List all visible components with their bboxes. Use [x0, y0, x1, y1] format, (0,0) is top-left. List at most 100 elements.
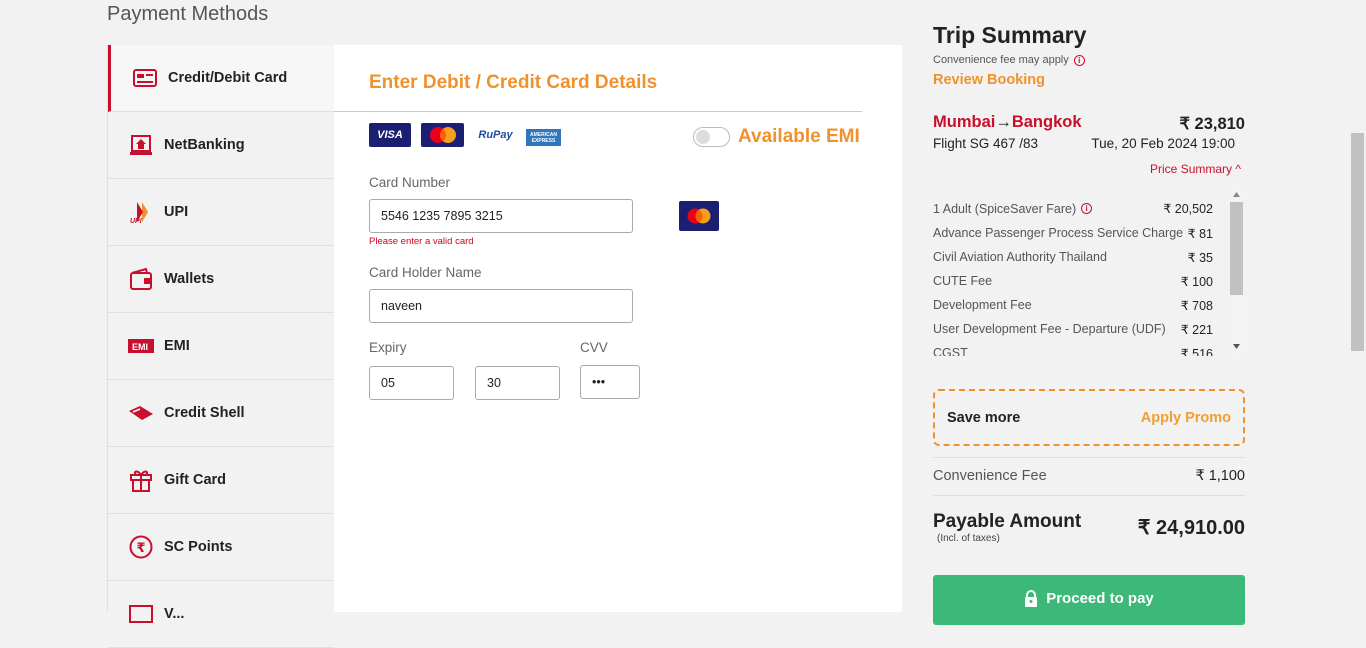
breakdown-row: Civil Aviation Authority Thailand ₹ 35 — [933, 250, 1213, 265]
proceed-label: Proceed to pay — [1046, 590, 1154, 607]
nav-item-label: Wallets — [164, 271, 215, 287]
route: Mumbai→Bangkok — [933, 113, 1082, 132]
nav-item-wallets[interactable]: Wallets — [108, 246, 334, 313]
base-fare: ₹ 23,810 — [1179, 115, 1245, 133]
nav-item-label: EMI — [164, 338, 190, 354]
route-to: Bangkok — [1011, 113, 1082, 131]
available-emi-label: Available EMI — [738, 126, 860, 147]
voucher-icon — [128, 601, 154, 627]
emi-toggle[interactable] — [693, 127, 730, 147]
info-icon[interactable]: i — [1081, 203, 1093, 214]
proceed-to-pay-button[interactable]: Proceed to pay — [933, 575, 1245, 625]
fare-breakdown-list: 1 Adult (SpiceSaver Fare) i ₹ 20,502 Advan… — [933, 188, 1244, 357]
visa-logo: VISA — [369, 123, 411, 147]
amex-logo: AMERICAN EXPRESS — [526, 129, 561, 146]
breakdown-label: Civil Aviation Authority Thailand — [933, 250, 1107, 264]
breakdown-row: 1 Adult (SpiceSaver Fare) i ₹ 20,502 — [933, 201, 1213, 217]
wallet-icon — [128, 266, 154, 292]
card-icon — [132, 65, 158, 91]
expiry-label: Expiry — [369, 340, 407, 355]
breakdown-row: CGST ₹ 516 — [933, 346, 1213, 356]
apply-promo-box[interactable]: Save more Apply Promo — [933, 389, 1245, 446]
breakdown-row: CUTE Fee ₹ 100 — [933, 274, 1213, 289]
detected-card-brand-icon — [679, 201, 719, 231]
rupay-logo: RuPay — [473, 123, 518, 147]
convenience-note-text: Convenience fee may apply — [933, 54, 1069, 66]
breakdown-row: Development Fee ₹ 708 — [933, 298, 1213, 313]
review-booking-link[interactable]: Review Booking — [933, 72, 1045, 88]
payable-amount-sub: (Incl. of taxes) — [937, 533, 1000, 544]
nav-item-label: SC Points — [164, 539, 233, 555]
breakdown-label: Advance Passenger Process Service Charge — [933, 226, 1184, 240]
breakdown-label: Development Fee — [933, 298, 1032, 312]
divider — [334, 111, 862, 112]
apply-promo-link[interactable]: Apply Promo — [1141, 410, 1231, 426]
flight-number: Flight SG 467 /83 — [933, 136, 1039, 151]
breakdown-amount: ₹ 81 — [1187, 227, 1213, 241]
gift-icon — [128, 467, 154, 493]
breakdown-row: User Development Fee - Departure (UDF) ₹ … — [933, 322, 1213, 337]
breakdown-label: CUTE Fee — [933, 274, 993, 288]
nav-item-upi[interactable]: UPI UPI — [108, 179, 334, 246]
price-summary-toggle[interactable]: Price Summary ^ — [1100, 162, 1241, 176]
card-number-input[interactable] — [369, 199, 633, 233]
payable-amount-value: ₹ 24,910.00 — [1137, 517, 1245, 539]
page-scroll-thumb[interactable] — [1351, 133, 1364, 351]
nav-item-credit-debit-card[interactable]: Credit/Debit Card — [108, 45, 334, 112]
lock-icon — [1024, 590, 1038, 625]
expiry-month-input[interactable] — [369, 366, 454, 400]
breakdown-label: CGST — [933, 346, 968, 356]
card-holder-label: Card Holder Name — [369, 265, 482, 280]
breakdown-label: User Development Fee - Departure (UDF) — [933, 322, 1166, 336]
breakdown-row: Advance Passenger Process Service Charge… — [933, 226, 1213, 241]
breakdown-amount: ₹ 708 — [1180, 299, 1213, 313]
card-holder-input[interactable] — [369, 289, 633, 323]
mastercard-logo — [421, 123, 464, 147]
nav-item-gift-card[interactable]: Gift Card — [108, 447, 334, 514]
cvv-input[interactable] — [580, 365, 640, 399]
svg-text:UPI: UPI — [130, 218, 143, 224]
amex-logo-text: AMERICAN EXPRESS — [530, 131, 557, 144]
breakdown-amount: ₹ 516 — [1180, 347, 1213, 356]
bank-icon — [128, 132, 154, 158]
nav-item-emi[interactable]: EMI EMI — [108, 313, 334, 380]
nav-item-voucher[interactable]: V... — [108, 581, 334, 648]
trip-summary-title: Trip Summary — [933, 22, 1087, 48]
credit-shell-icon — [128, 400, 154, 426]
emi-icon: EMI — [128, 333, 154, 359]
breakdown-scroll-thumb[interactable] — [1230, 202, 1243, 295]
info-icon[interactable]: i — [1073, 54, 1085, 66]
divider — [933, 495, 1245, 496]
breakdown-amount: ₹ 20,502 — [1163, 202, 1213, 216]
page-title: Payment Methods — [107, 3, 269, 25]
nav-item-sc-points[interactable]: ₹ SC Points — [108, 514, 334, 581]
nav-item-label: Gift Card — [164, 472, 227, 488]
rupee-points-icon: ₹ — [128, 534, 154, 560]
nav-item-label: UPI — [164, 204, 189, 220]
svg-text:₹: ₹ — [137, 541, 146, 556]
route-from: Mumbai — [933, 113, 996, 131]
rupay-logo-text: RuPay — [478, 129, 513, 141]
svg-text:EMI: EMI — [132, 342, 148, 352]
nav-item-label: V... — [164, 606, 185, 622]
convenience-fee-value: ₹ 1,100 — [1195, 468, 1245, 484]
nav-item-netbanking[interactable]: NetBanking — [108, 112, 334, 179]
divider — [933, 457, 1245, 458]
save-more-label: Save more — [947, 409, 1021, 426]
breakdown-amount: ₹ 221 — [1180, 323, 1213, 337]
arrow-right-icon: → — [995, 113, 1012, 131]
nav-item-credit-shell[interactable]: Credit Shell — [108, 380, 334, 447]
breakdown-label: 1 Adult (SpiceSaver Fare) — [933, 201, 1077, 216]
flight-date: Tue, 20 Feb 2024 19:00 — [1091, 136, 1235, 151]
expiry-year-input[interactable] — [475, 366, 560, 400]
upi-icon: UPI — [128, 199, 154, 225]
breakdown-amount: ₹ 35 — [1187, 251, 1213, 265]
breakdown-amount: ₹ 100 — [1180, 275, 1213, 289]
cvv-label: CVV — [580, 340, 608, 355]
card-number-error: Please enter a valid card — [369, 236, 474, 247]
nav-item-label: NetBanking — [164, 137, 245, 153]
convenience-note: Convenience fee may apply i — [933, 54, 1085, 66]
payment-method-nav: Credit/Debit Card NetBanking UPI UPI Wal… — [107, 45, 334, 648]
nav-item-label: Credit Shell — [164, 405, 245, 421]
nav-item-label: Credit/Debit Card — [168, 70, 288, 86]
